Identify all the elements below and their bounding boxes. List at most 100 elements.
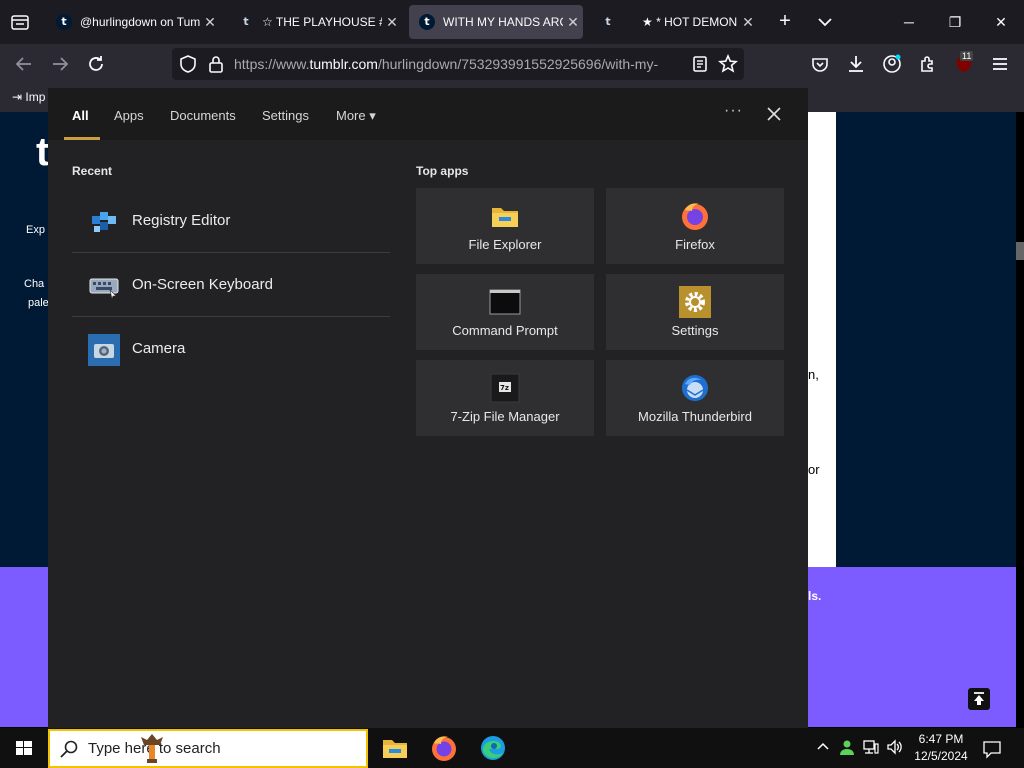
chevron-down-icon[interactable] [814, 11, 836, 33]
recent-item-camera[interactable]: Camera [72, 318, 390, 380]
close-icon[interactable] [764, 104, 784, 124]
firefox-icon[interactable] [428, 732, 460, 764]
url-text[interactable]: https://www.tumblr.com/hurlingdown/75329… [234, 56, 680, 72]
back-arrow-icon[interactable] [12, 52, 36, 76]
account-icon[interactable] [880, 52, 904, 76]
browser-tab-3[interactable]: t WITH MY HANDS ARO ✕ [409, 5, 583, 39]
reader-view-icon[interactable] [688, 52, 712, 76]
tumblr-favicon-icon: t [419, 14, 435, 30]
tab-close-icon[interactable]: ✕ [738, 14, 758, 31]
tab-close-icon[interactable]: ✕ [382, 14, 402, 31]
scroll-to-top-icon[interactable] [968, 688, 990, 710]
system-clock[interactable]: 6:47 PM 12/5/2024 [910, 731, 972, 765]
new-tab-button[interactable]: + [774, 11, 796, 33]
settings-gear-icon [679, 286, 711, 318]
firefox-view-icon[interactable] [8, 10, 32, 34]
7zip-icon: 7z [490, 373, 520, 403]
thunderbird-icon [682, 375, 708, 401]
tab-title: ☆ THE PLAYHOUSE # y [262, 15, 382, 29]
onscreen-keyboard-icon [89, 278, 119, 301]
recent-item-registry-editor[interactable]: Registry Editor [72, 190, 390, 252]
recent-item-label: Camera [132, 340, 186, 357]
top-app-thunderbird[interactable]: Mozilla Thunderbird [606, 360, 784, 436]
bookmark-import-item[interactable]: ⇥ Imp [12, 90, 45, 104]
post-body-edge [808, 112, 836, 567]
banner-text-fragment: ls. [808, 589, 822, 603]
file-explorer-icon[interactable] [379, 732, 411, 764]
search-icon [60, 740, 78, 758]
palette-link[interactable]: Cha [24, 278, 44, 290]
firefox-icon [682, 203, 708, 230]
lock-icon[interactable] [204, 52, 228, 76]
close-window-button[interactable]: ✕ [986, 8, 1016, 36]
svg-text:7z: 7z [500, 384, 509, 392]
browser-tab-2[interactable]: t ☆ THE PLAYHOUSE # y ✕ [228, 5, 402, 39]
selected-tab-indicator [64, 137, 100, 140]
top-app-file-explorer[interactable]: File Explorer [416, 188, 594, 264]
tile-label: Mozilla Thunderbird [638, 409, 752, 424]
tab-apps[interactable]: Apps [114, 108, 144, 123]
search-highlight-doodle-icon [141, 734, 163, 763]
downloads-icon[interactable] [844, 52, 868, 76]
tab-close-icon[interactable]: ✕ [200, 14, 220, 31]
clock-date: 12/5/2024 [914, 749, 968, 763]
edge-icon[interactable] [477, 732, 509, 764]
recent-item-label: On-Screen Keyboard [132, 276, 273, 293]
minimize-button[interactable]: ─ [894, 8, 924, 36]
recent-item-on-screen-keyboard[interactable]: On-Screen Keyboard [72, 254, 390, 316]
reload-icon[interactable] [84, 52, 108, 76]
explore-link[interactable]: Exp [26, 224, 45, 236]
command-prompt-icon [489, 289, 521, 315]
file-explorer-icon [492, 208, 518, 227]
divider [72, 316, 390, 317]
page-scrollbar[interactable] [1016, 112, 1024, 727]
registry-editor-icon [92, 212, 116, 232]
search-flyout: All Apps Documents Settings More ▾ ··· R… [48, 88, 808, 728]
tab-title: @hurlingdown on Tum [80, 15, 200, 29]
browser-tab-5[interactable]: ★ * HOT DEMON E ✕ [634, 5, 758, 39]
windows-start-icon[interactable] [0, 728, 48, 768]
tile-label: Settings [671, 323, 719, 338]
top-app-command-prompt[interactable]: Command Prompt [416, 274, 594, 350]
network-icon[interactable] [862, 738, 880, 756]
show-hidden-icons-chevron-up-icon[interactable] [814, 738, 832, 756]
scrollbar-thumb[interactable] [1016, 242, 1024, 260]
post-text-fragment: n, [808, 367, 819, 382]
top-app-settings[interactable]: Settings [606, 274, 784, 350]
tab-more[interactable]: More ▾ [336, 108, 376, 124]
recent-heading: Recent [72, 164, 113, 178]
restore-button[interactable]: ❐ [940, 8, 970, 36]
tile-label: Command Prompt [452, 323, 558, 338]
palette-link-2[interactable]: pale [28, 297, 49, 309]
tile-label: 7-Zip File Manager [450, 409, 560, 424]
top-app-7zip[interactable]: 7z 7-Zip File Manager [416, 360, 594, 436]
people-icon[interactable] [838, 738, 856, 756]
top-app-firefox[interactable]: Firefox [606, 188, 784, 264]
forward-arrow-icon[interactable] [48, 52, 72, 76]
tab-title: ★ * HOT DEMON E [642, 15, 738, 29]
more-options-icon[interactable]: ··· [724, 102, 743, 120]
search-filter-bar: All Apps Documents Settings More ▾ ··· [48, 88, 808, 140]
bookmark-star-icon[interactable] [716, 52, 740, 76]
tab-close-icon[interactable]: ✕ [563, 14, 583, 31]
notifications-icon[interactable] [982, 739, 1002, 759]
camera-icon [88, 334, 120, 366]
hamburger-menu-icon[interactable] [988, 52, 1012, 76]
tab-title: WITH MY HANDS ARO [443, 15, 563, 29]
divider [72, 252, 390, 253]
tracking-shield-icon[interactable] [176, 52, 200, 76]
tab-documents[interactable]: Documents [170, 108, 236, 123]
tumblr-favicon-icon: t [243, 15, 249, 28]
pocket-icon[interactable] [808, 52, 832, 76]
browser-tab-4[interactable]: t [590, 5, 626, 39]
tab-all[interactable]: All [72, 108, 89, 123]
volume-speaker-icon[interactable] [886, 738, 904, 756]
clock-time: 6:47 PM [918, 732, 964, 746]
top-apps-heading: Top apps [416, 164, 469, 178]
extension-badge: 11 [960, 51, 974, 61]
tile-label: File Explorer [468, 237, 542, 252]
tab-settings[interactable]: Settings [262, 108, 309, 123]
extensions-puzzle-icon[interactable] [916, 52, 940, 76]
tumblr-favicon-icon: t [56, 14, 72, 30]
browser-tab-1[interactable]: t @hurlingdown on Tum ✕ [46, 5, 220, 39]
